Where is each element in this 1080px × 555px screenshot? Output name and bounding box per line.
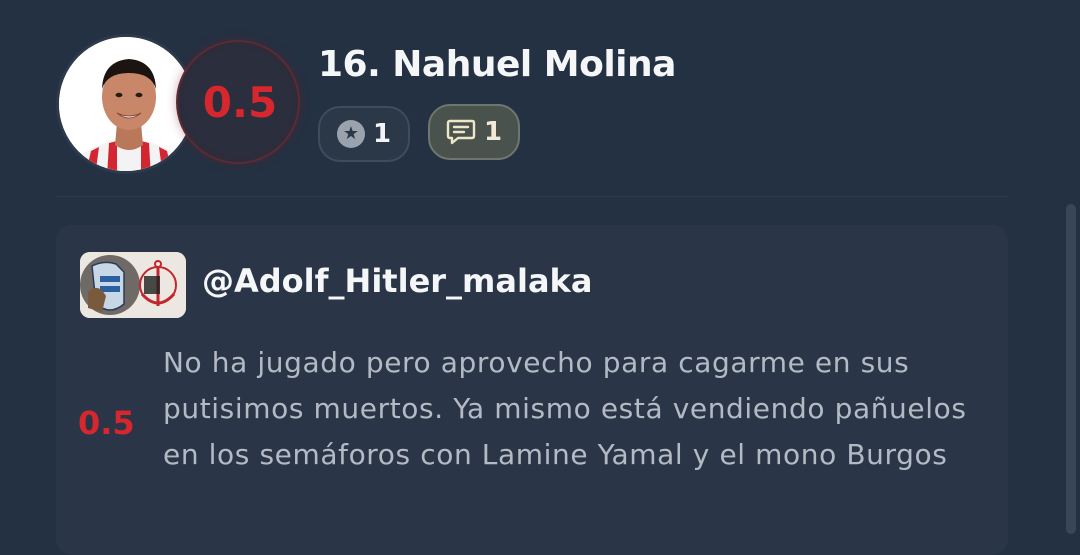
player-rating: 0.5	[202, 78, 278, 127]
comments-chip[interactable]: 1	[428, 104, 520, 160]
stars-count: 1	[372, 119, 392, 149]
comments-count: 1	[483, 117, 503, 147]
stars-chip[interactable]: ★ 1	[318, 106, 410, 162]
player-header: 0.5 16. Nahuel Molina ★ 1 1	[0, 0, 1080, 200]
comment-username[interactable]: @Adolf_Hitler_malaka	[202, 262, 592, 300]
comment-text: No ha jugado pero aprovecho para cagarme…	[163, 346, 967, 471]
star-icon: ★	[336, 120, 365, 148]
comment-bubble-icon	[446, 119, 476, 145]
user-avatar[interactable]	[80, 252, 186, 318]
comment-rating: 0.5	[78, 404, 135, 442]
scrollbar[interactable]	[1066, 204, 1076, 534]
player-name[interactable]: 16. Nahuel Molina	[318, 44, 676, 85]
player-avatar[interactable]	[56, 34, 196, 174]
club-badges-image	[80, 252, 186, 318]
header-divider	[56, 196, 1008, 197]
